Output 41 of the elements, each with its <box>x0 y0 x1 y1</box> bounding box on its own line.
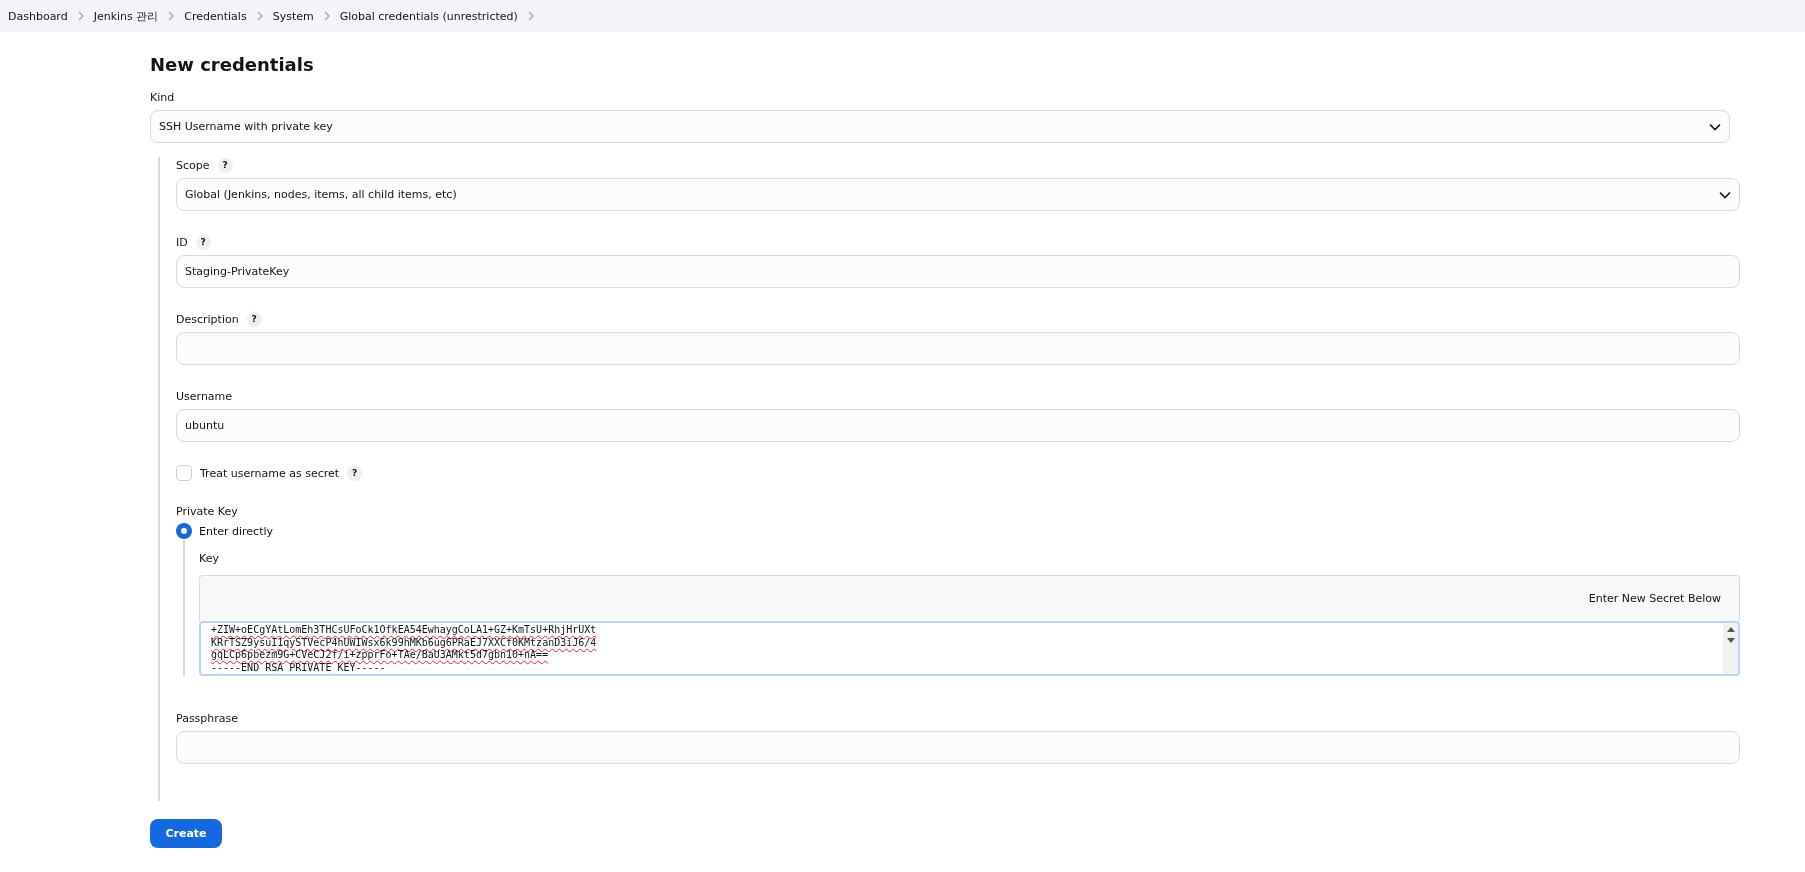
scroll-down-icon[interactable] <box>1726 638 1735 643</box>
field-label: Scope <box>176 158 210 172</box>
chevron-right-icon <box>527 11 534 21</box>
checkbox-label: Treat username as secret <box>200 466 340 480</box>
breadcrumb-link[interactable]: Credentials <box>184 9 247 23</box>
text-field[interactable]: Staging-PrivateKey <box>176 255 1740 288</box>
chevron-right-icon <box>168 11 175 21</box>
field-label: Passphrase <box>176 711 239 725</box>
radio-label: Enter directly <box>199 524 274 538</box>
help-icon[interactable]: ? <box>246 311 262 327</box>
scope-select[interactable]: Global (Jenkins, nodes, items, all child items, etc) <box>176 178 1740 211</box>
field-label: Kind <box>150 90 175 104</box>
secret-header: Enter New Secret Below <box>199 575 1740 621</box>
text-field[interactable]: ubuntu <box>176 409 1740 442</box>
radio-button[interactable] <box>176 523 192 539</box>
breadcrumb-link[interactable]: System <box>272 9 314 23</box>
kind-select[interactable]: SSH Username with private key <box>150 110 1730 143</box>
text-field[interactable] <box>176 731 1740 764</box>
key-label: Key <box>199 552 219 565</box>
scrollbar[interactable] <box>1723 623 1738 674</box>
breadcrumb-link[interactable]: Global credentials (unrestricted) <box>339 9 518 23</box>
help-icon[interactable]: ? <box>195 234 211 250</box>
chevron-right-icon <box>77 11 84 21</box>
chevron-icon <box>1719 190 1731 199</box>
field-label: Description <box>176 312 239 326</box>
create-button[interactable]: Create <box>150 819 222 848</box>
help-icon[interactable]: ? <box>217 157 233 173</box>
page-title: New credentials <box>150 54 315 75</box>
breadcrumb-link[interactable]: Dashboard <box>8 9 68 23</box>
field-label: ID <box>176 235 188 249</box>
field-label: Username <box>176 389 233 403</box>
key-textarea[interactable]: +ZIW+oECgYAtLomEh3THCsUFoCk1OfkEA54EwhaygCoLA1+GZ+KmTsU+RhjHrUXt KRrTSZ9ysuI1qySTVecP4hUWIWsx6k99hMKb6ug6PRaEJ7XXCf0KMtzanD3iJ6/4 gqLCp6pbezm9G+CVeCJ2f/i+zpprFo+TAe/BaU3AMkt5d7gbn10+nA== -----END RSA PRIVATE KEY----- <box>199 621 1740 676</box>
help-icon[interactable]: ? <box>347 465 363 481</box>
field-label: Private Key <box>176 504 238 518</box>
chevron-right-icon <box>256 11 263 21</box>
text-field[interactable] <box>176 332 1740 365</box>
chevron-right-icon <box>323 11 330 21</box>
checkbox[interactable] <box>176 465 192 481</box>
breadcrumb-link[interactable]: Jenkins 관리 <box>93 8 159 24</box>
chevron-icon <box>1709 122 1721 131</box>
scroll-up-icon[interactable] <box>1726 627 1735 632</box>
